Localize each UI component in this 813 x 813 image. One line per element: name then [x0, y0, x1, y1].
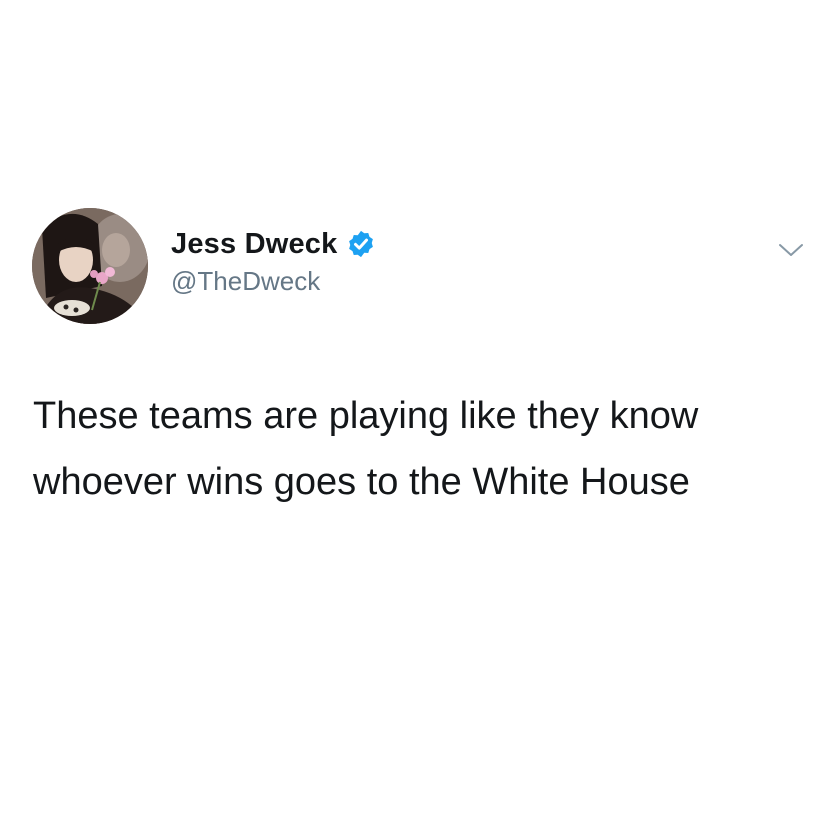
tweet-text: These teams are playing like they know w… — [33, 395, 699, 503]
avatar-image — [32, 208, 148, 324]
author-display-name[interactable]: Jess Dweck — [171, 228, 337, 261]
chevron-down-icon[interactable] — [777, 240, 805, 260]
author-name-row: Jess Dweck — [171, 224, 376, 264]
avatar[interactable] — [32, 208, 148, 324]
verified-badge-icon — [346, 229, 376, 259]
tweet-card: Jess Dweck @TheDweck These teams are pla… — [0, 0, 813, 813]
author-handle[interactable]: @TheDweck — [171, 266, 320, 297]
